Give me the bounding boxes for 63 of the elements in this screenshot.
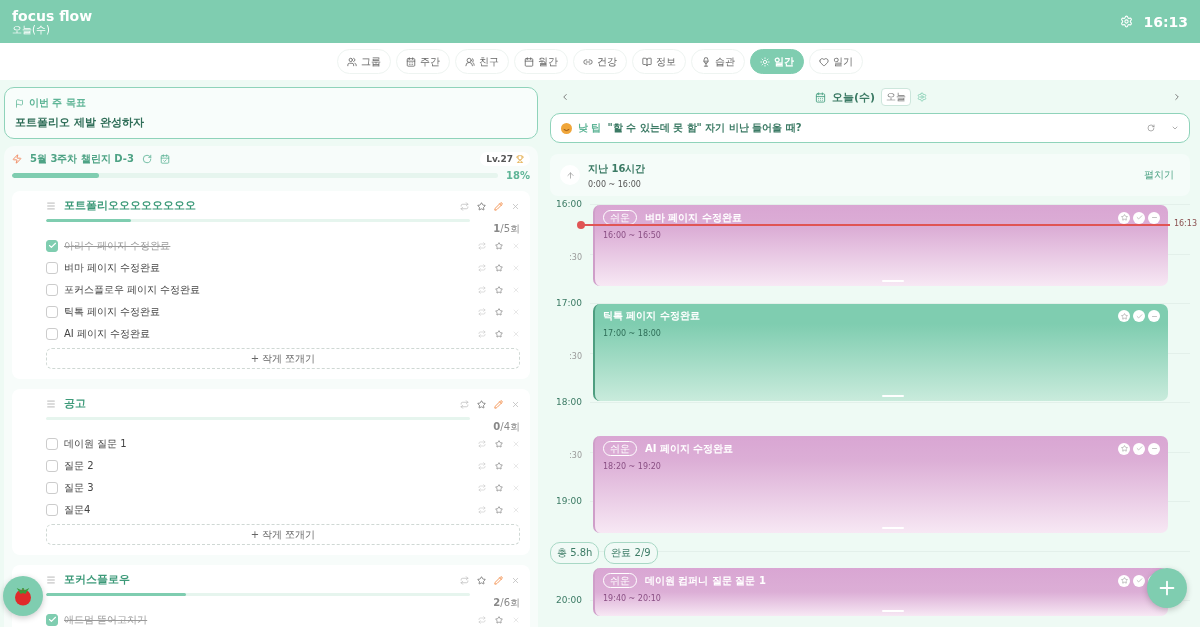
event-time: 18:20 ~ 19:20: [603, 462, 662, 471]
task-label: 애드멈 뜯어고치기: [64, 612, 148, 627]
nav-tab[interactable]: 습관: [691, 49, 745, 74]
nav-tab[interactable]: 친구: [455, 49, 509, 74]
nav-tab[interactable]: 월간: [514, 49, 568, 74]
tip-label: 낮 팁: [578, 121, 602, 135]
time-label: 19:00: [555, 496, 582, 506]
past-title: 지난 16시간: [588, 161, 646, 176]
task-label: 포커스플로우 페이지 수정완료: [64, 282, 201, 297]
time-label: :30: [568, 351, 582, 361]
past-range: 0:00 ~ 16:00: [588, 179, 642, 189]
time-label: :30: [568, 252, 582, 262]
event-title: 데이원 컴퍼니 질문 질문 1: [645, 573, 766, 588]
task-label: 질문 2: [64, 458, 94, 473]
group-title: 공고: [64, 397, 86, 411]
task-label: 질문 3: [64, 480, 94, 495]
nav-tab[interactable]: 일기: [809, 49, 863, 74]
level-badge: Lv.27: [480, 152, 530, 166]
nav-tab[interactable]: 건강: [573, 49, 627, 74]
nav-tab[interactable]: 정보: [632, 49, 686, 74]
task-label: 틱톡 페이지 수정완료: [64, 304, 161, 319]
nav-tab[interactable]: 그룹: [337, 49, 391, 74]
event-block[interactable]: 쉬운 벼마 페이지 수정완료 16:00 ~ 16:50: [593, 205, 1168, 286]
app-title: focus flow: [12, 7, 93, 24]
today-button[interactable]: 오늘: [881, 88, 912, 106]
time-label: 16:00: [555, 199, 582, 209]
event-title: AI 페이지 수정완료: [645, 441, 734, 456]
event-time: 19:40 ~ 20:10: [603, 594, 662, 603]
event-block[interactable]: 틱톡 페이지 수정완료 17:00 ~ 18:00: [593, 304, 1168, 401]
goal-label: 이번 주 목표: [15, 96, 527, 110]
event-title: 벼마 페이지 수정완료: [645, 210, 742, 225]
event-time: 16:00 ~ 16:50: [603, 231, 662, 240]
event-block[interactable]: 쉬운 AI 페이지 수정완료 18:20 ~ 19:20: [593, 436, 1168, 533]
add-subtask-button[interactable]: + 작게 쪼개기: [46, 524, 520, 545]
group-count: 0/4회: [493, 421, 520, 432]
goal-text: 포트폴리오 제발 완성하자: [15, 115, 145, 130]
task-label: 데이원 질문 1: [64, 436, 127, 451]
summary-pill: 총 5.8h: [550, 542, 600, 564]
group-title: 포트폴리오오오오오오오오: [64, 199, 196, 213]
time-label: 17:00: [555, 298, 582, 308]
task-label: AI 페이지 수정완료: [64, 326, 151, 341]
progress-percent: 18%: [506, 170, 530, 181]
group-title: 포커스플로우: [64, 573, 130, 587]
time-label: 20:00: [555, 595, 582, 605]
summary-pill: 완료 2/9: [604, 542, 658, 564]
nav-tab[interactable]: 주간: [396, 49, 450, 74]
day-title: 오늘(수): [831, 89, 876, 105]
add-subtask-button[interactable]: + 작게 쪼개기: [46, 348, 520, 369]
tip-text: "할 수 있는데 못 함" 자기 비난 들어올 때?: [607, 121, 802, 135]
date-subtitle: 오늘(수): [12, 23, 51, 36]
current-time-label: 16:13: [1173, 219, 1197, 229]
task-label: 질문4: [64, 502, 91, 517]
clock-time: 16:13: [1143, 13, 1188, 30]
challenge-title: 5월 3주차 챌린지 D-3: [30, 152, 134, 166]
event-title: 틱톡 페이지 수정완료: [603, 309, 700, 323]
event-time: 17:00 ~ 18:00: [603, 329, 662, 338]
time-label: :30: [568, 450, 582, 460]
group-count: 1/5회: [493, 223, 520, 234]
time-label: 18:00: [555, 397, 582, 407]
event-block[interactable]: 쉬운 데이원 컴퍼니 질문 질문 1 19:40 ~ 20:10: [593, 568, 1168, 616]
task-label: 아리수 페이지 수정완료: [64, 238, 171, 253]
task-label: 벼마 페이지 수정완료: [64, 260, 161, 275]
group-count: 2/6회: [493, 597, 520, 608]
